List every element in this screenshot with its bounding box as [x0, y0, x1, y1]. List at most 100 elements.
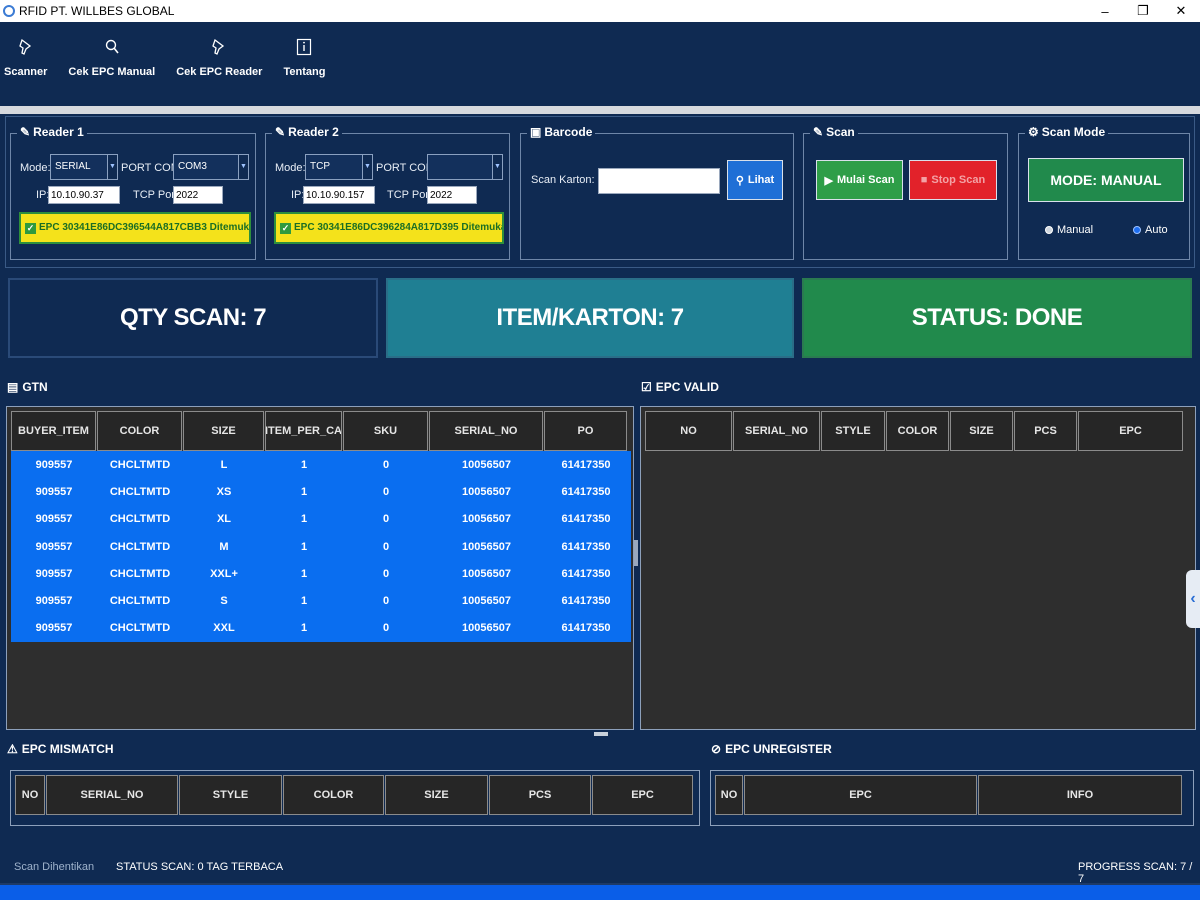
table-cell: 10056507 — [462, 513, 511, 526]
table-cell: 1 — [300, 595, 308, 608]
column-header[interactable]: EPC — [744, 775, 977, 815]
restore-button[interactable]: ❐ — [1124, 3, 1162, 19]
search-icon: ⚲ — [735, 174, 744, 187]
mulai-scan-button[interactable]: ▶ Mulai Scan — [816, 160, 903, 200]
table-cell: 61417350 — [561, 622, 611, 635]
side-collapse-tab[interactable]: ‹ — [1186, 570, 1200, 628]
scan-group: ✎ Scan ▶ Mulai Scan ■ Stop Scan — [803, 125, 1008, 260]
table-row[interactable]: 909557 CHCLTMTD XXL 1 0 10056507 61417350 — [11, 614, 631, 643]
app-icon — [3, 5, 15, 17]
table-row[interactable]: 909557 CHCLTMTD XXL+ 1 0 10056507 61417350 — [11, 560, 631, 588]
table-cell: 1 — [300, 622, 308, 635]
table-cell: 10056507 — [462, 485, 511, 498]
column-header[interactable]: EPC — [592, 775, 693, 815]
gear-icon: ⚙ — [1028, 125, 1039, 139]
play-icon: ▶ — [824, 174, 833, 187]
reader2-tcp-port-field[interactable]: 2022 — [427, 186, 477, 204]
toolbar-cek-epc-reader[interactable]: Cek EPC Reader — [176, 38, 262, 106]
progress-scan-text: PROGRESS SCAN: 7 / 7 — [1078, 861, 1193, 885]
reader2-ip-field[interactable]: 10.10.90.157 — [303, 186, 375, 204]
table-cell: CHCLTMTD — [109, 513, 171, 526]
reader2-mode-select[interactable]: TCP ▼ — [305, 154, 373, 180]
table-cell: CHCLTMTD — [109, 485, 171, 498]
column-header[interactable]: INFO — [978, 775, 1182, 815]
column-header[interactable]: STYLE — [179, 775, 282, 815]
progress-bar — [0, 883, 1200, 900]
scan-status-text: STATUS SCAN: 0 TAG TERBACA — [116, 861, 284, 873]
table-row[interactable]: 909557 CHCLTMTD L 1 0 10056507 61417350 — [11, 451, 631, 479]
reader2-port-select[interactable]: ▼ — [427, 154, 503, 180]
table-row[interactable]: 909557 CHCLTMTD M 1 0 10056507 61417350 — [11, 532, 631, 561]
search-icon — [102, 38, 122, 60]
reader1-ip-field[interactable]: 10.10.90.37 — [48, 186, 120, 204]
chevron-down-icon: ▼ — [107, 155, 117, 179]
column-header[interactable]: PCS — [1014, 411, 1077, 451]
column-header[interactable]: EPC — [1078, 411, 1183, 451]
column-header[interactable]: SKU — [343, 411, 428, 451]
column-header[interactable]: PCS — [489, 775, 591, 815]
chevron-down-icon: ▼ — [362, 155, 372, 179]
table-cell: 10056507 — [462, 540, 511, 553]
column-header[interactable]: STYLE — [821, 411, 885, 451]
gtn-grid: BUYER_ITEM COLOR SIZE ITEM_PER_CA SKU SE… — [6, 406, 634, 730]
column-header[interactable]: NO — [15, 775, 45, 815]
table-cell: 909557 — [35, 622, 73, 635]
reader1-epc-status: ✓ EPC 30341E86DC396544A817CBB3 Ditemukan — [19, 212, 251, 244]
column-header[interactable]: SIZE — [385, 775, 488, 815]
table-cell: 0 — [382, 458, 390, 471]
manual-radio[interactable]: Manual — [1045, 224, 1093, 236]
scan-karton-input[interactable] — [598, 168, 720, 194]
barcode-group: ▣ Barcode Scan Karton: ⚲ Lihat — [520, 125, 794, 260]
column-header[interactable]: SIZE — [950, 411, 1013, 451]
reader1-group: ✎ Reader 1 Mode: SERIAL ▼ PORT COM: COM3 ▼ … — [10, 125, 256, 260]
table-cell: 0 — [382, 485, 390, 498]
table-row[interactable]: 909557 CHCLTMTD S 1 0 10056507 61417350 — [11, 587, 631, 615]
column-header[interactable]: BUYER_ITEM — [11, 411, 96, 451]
column-header[interactable]: COLOR — [283, 775, 384, 815]
toolbar-cek-epc-manual[interactable]: Cek EPC Manual — [68, 38, 155, 106]
column-header[interactable]: PO — [544, 411, 627, 451]
reader2-epc-status: ✓ EPC 30341E86DC396284A817D395 Ditemukan — [274, 212, 504, 244]
window-title: RFID PT. WILLBES GLOBAL — [19, 4, 175, 18]
column-header[interactable]: SERIAL_NO — [46, 775, 178, 815]
column-header[interactable]: NO — [645, 411, 732, 451]
column-header[interactable]: SERIAL_NO — [429, 411, 543, 451]
reader1-tcp-port-field[interactable]: 2022 — [173, 186, 223, 204]
column-header[interactable]: COLOR — [97, 411, 182, 451]
minimize-button[interactable]: – — [1086, 4, 1124, 19]
table-cell: 909557 — [35, 513, 73, 526]
scan-karton-label: Scan Karton: — [531, 174, 595, 186]
table-cell: 10056507 — [462, 458, 511, 471]
mode-manual-button[interactable]: MODE: MANUAL — [1028, 158, 1184, 202]
epc-valid-title: ☑ EPC VALID — [641, 380, 719, 394]
close-button[interactable]: ✕ — [1162, 3, 1200, 19]
vertical-splitter[interactable] — [634, 540, 638, 566]
table-cell: 0 — [382, 622, 390, 635]
column-header[interactable]: NO — [715, 775, 743, 815]
mode-label: Mode: — [20, 162, 51, 174]
column-header[interactable]: COLOR — [886, 411, 949, 451]
column-header[interactable]: ITEM_PER_CA — [265, 411, 342, 451]
table-row[interactable]: 909557 CHCLTMTD XS 1 0 10056507 61417350 — [11, 478, 631, 506]
table-cell: 909557 — [35, 595, 73, 608]
column-header[interactable]: SERIAL_NO — [733, 411, 820, 451]
radio-dot — [1045, 226, 1053, 234]
table-row[interactable]: 909557 CHCLTMTD XL 1 0 10056507 61417350 — [11, 505, 631, 533]
scanner-icon: ✎ — [20, 125, 31, 139]
stop-scan-button[interactable]: ■ Stop Scan — [909, 160, 997, 200]
lihat-button[interactable]: ⚲ Lihat — [727, 160, 783, 200]
toolbar-tentang[interactable]: Tentang — [283, 38, 325, 106]
epc-mismatch-header: NO SERIAL_NO STYLE COLOR SIZE PCS EPC — [15, 775, 694, 815]
mode-label: Mode: — [275, 162, 306, 174]
scan-mode-title: ⚙ Scan Mode — [1025, 125, 1109, 139]
column-header[interactable]: SIZE — [183, 411, 264, 451]
table-cell: 1 — [300, 458, 308, 471]
table-cell: CHCLTMTD — [109, 540, 171, 553]
reader1-port-select[interactable]: COM3 ▼ — [173, 154, 249, 180]
toolbar-scanner[interactable]: Scanner — [4, 38, 47, 106]
reader1-mode-select[interactable]: SERIAL ▼ — [50, 154, 118, 180]
epc-unregister-grid: NO EPC INFO — [710, 770, 1194, 826]
auto-radio[interactable]: Auto — [1133, 224, 1168, 236]
horizontal-splitter[interactable] — [594, 732, 608, 736]
table-cell: 1 — [300, 485, 308, 498]
